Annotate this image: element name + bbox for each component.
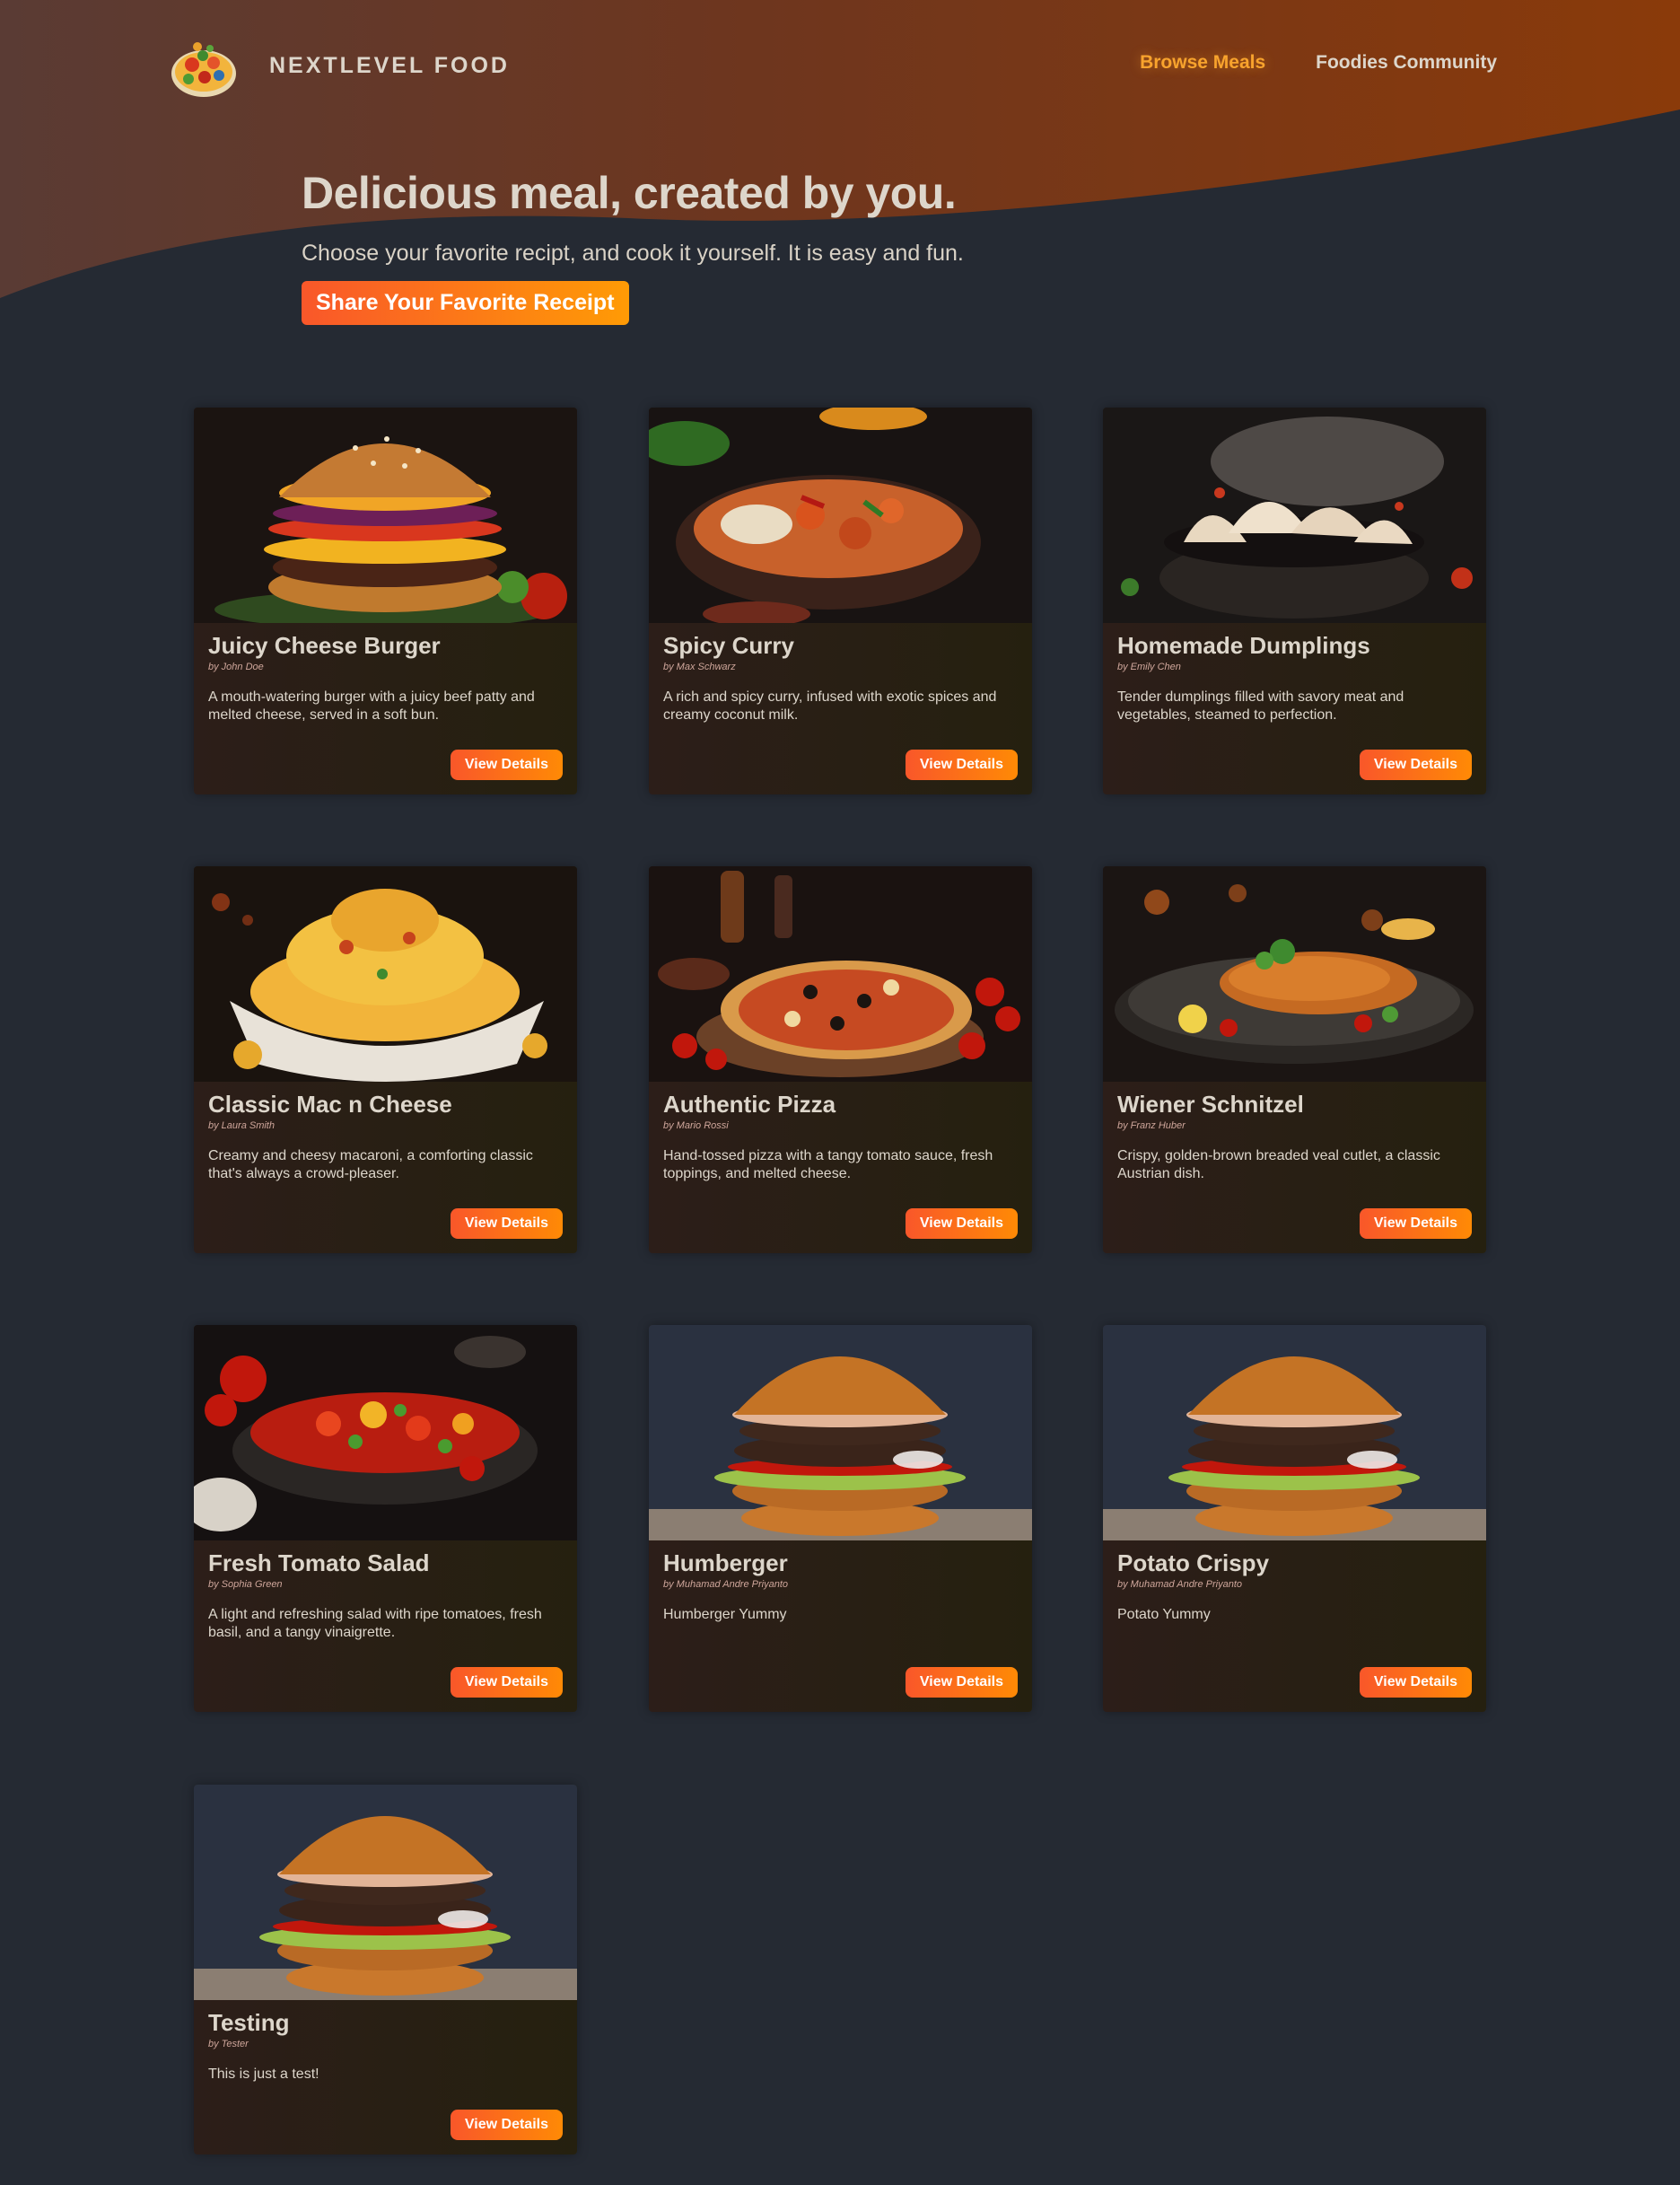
meal-creator: by Max Schwarz (663, 662, 736, 672)
meal-title: Testing (208, 2009, 290, 2036)
meal-creator: by Muhamad Andre Priyanto (663, 1579, 788, 1590)
nav-foodies-community[interactable]: Foodies Community (1316, 52, 1497, 74)
meal-card: Homemade Dumplings by Emily Chen Tender … (1103, 408, 1486, 794)
nav-browse-meals[interactable]: Browse Meals (1140, 52, 1265, 74)
meal-title: Classic Mac n Cheese (208, 1091, 452, 1118)
meal-summary: Crispy, golden-brown breaded veal cutlet… (1117, 1148, 1440, 1181)
meal-summary: This is just a test! (208, 2067, 319, 2082)
meal-image (194, 1325, 577, 1540)
meal-summary: Tender dumplings filled with savory meat… (1117, 689, 1404, 723)
view-details-button[interactable]: View Details (450, 2110, 563, 2140)
view-details-button[interactable]: View Details (905, 1667, 1018, 1698)
meal-image (649, 1325, 1032, 1540)
meal-creator: by Sophia Green (208, 1579, 283, 1590)
meal-title: Juicy Cheese Burger (208, 632, 441, 659)
meal-summary: Humberger Yummy (663, 1607, 787, 1622)
meal-card: Authentic Pizza by Mario Rossi Hand-toss… (649, 866, 1032, 1253)
meal-creator: by John Doe (208, 662, 264, 672)
meal-summary: A rich and spicy curry, infused with exo… (663, 689, 997, 723)
home-logo-link[interactable]: NextLevel Food (167, 29, 510, 102)
page-title: Delicious meal, created by you. (302, 168, 957, 218)
share-recipe-button[interactable]: Share Your Favorite Receipt (302, 281, 629, 325)
meal-card: Spicy Curry by Max Schwarz A rich and sp… (649, 408, 1032, 794)
meal-title: Spicy Curry (663, 632, 794, 659)
meal-card: Classic Mac n Cheese by Laura Smith Crea… (194, 866, 577, 1253)
meal-image (1103, 408, 1486, 623)
meal-creator: by Franz Huber (1117, 1120, 1186, 1131)
meal-title: Potato Crispy (1117, 1549, 1270, 1576)
meal-image (649, 408, 1032, 623)
meal-summary: Potato Yummy (1117, 1607, 1211, 1622)
meal-creator: by Tester (208, 2039, 249, 2049)
meal-creator: by Emily Chen (1117, 662, 1181, 672)
meal-title: Wiener Schnitzel (1117, 1091, 1304, 1118)
logo-icon (167, 29, 241, 102)
meal-summary: Hand-tossed pizza with a tangy tomato sa… (663, 1148, 993, 1181)
meal-image (194, 866, 577, 1082)
hero-subtitle: Choose your favorite recipt, and cook it… (302, 241, 964, 266)
meal-creator: by Muhamad Andre Priyanto (1117, 1579, 1242, 1590)
meal-card: Juicy Cheese Burger by John Doe A mouth-… (194, 408, 577, 794)
meal-card: Fresh Tomato Salad by Sophia Green A lig… (194, 1325, 577, 1712)
view-details-button[interactable]: View Details (450, 1208, 563, 1239)
meal-card: Testing by Tester This is just a test! V… (194, 1785, 577, 2154)
view-details-button[interactable]: View Details (1359, 1667, 1472, 1698)
view-details-button[interactable]: View Details (1359, 750, 1472, 780)
meal-summary: Creamy and cheesy macaroni, a comforting… (208, 1148, 533, 1181)
hero-section: Delicious meal, created by you. Choose y… (302, 167, 964, 325)
view-details-button[interactable]: View Details (450, 1667, 563, 1698)
meal-title: Humberger (663, 1549, 788, 1576)
view-details-button[interactable]: View Details (450, 750, 563, 780)
view-details-button[interactable]: View Details (1359, 1208, 1472, 1239)
meal-image (1103, 1325, 1486, 1540)
meal-title: Fresh Tomato Salad (208, 1549, 430, 1576)
meal-card: Wiener Schnitzel by Franz Huber Crispy, … (1103, 866, 1486, 1253)
meal-summary: A mouth-watering burger with a juicy bee… (208, 689, 535, 723)
meal-title: Authentic Pizza (663, 1091, 836, 1118)
meal-image (194, 1785, 577, 2000)
view-details-button[interactable]: View Details (905, 1208, 1018, 1239)
meal-summary: A light and refreshing salad with ripe t… (208, 1607, 542, 1640)
meal-card: Humberger by Muhamad Andre Priyanto Humb… (649, 1325, 1032, 1712)
meal-image (1103, 866, 1486, 1082)
meal-title: Homemade Dumplings (1117, 632, 1370, 659)
meal-image (649, 866, 1032, 1082)
main-nav: Browse Meals Foodies Community (1140, 52, 1497, 74)
meal-creator: by Mario Rossi (663, 1120, 729, 1131)
site-header: NextLevel Food Browse Meals Foodies Comm… (0, 0, 1680, 135)
view-details-button[interactable]: View Details (905, 750, 1018, 780)
meal-creator: by Laura Smith (208, 1120, 275, 1131)
meal-image (194, 408, 577, 623)
meal-card: Potato Crispy by Muhamad Andre Priyanto … (1103, 1325, 1486, 1712)
brand-name: NextLevel Food (269, 52, 510, 78)
